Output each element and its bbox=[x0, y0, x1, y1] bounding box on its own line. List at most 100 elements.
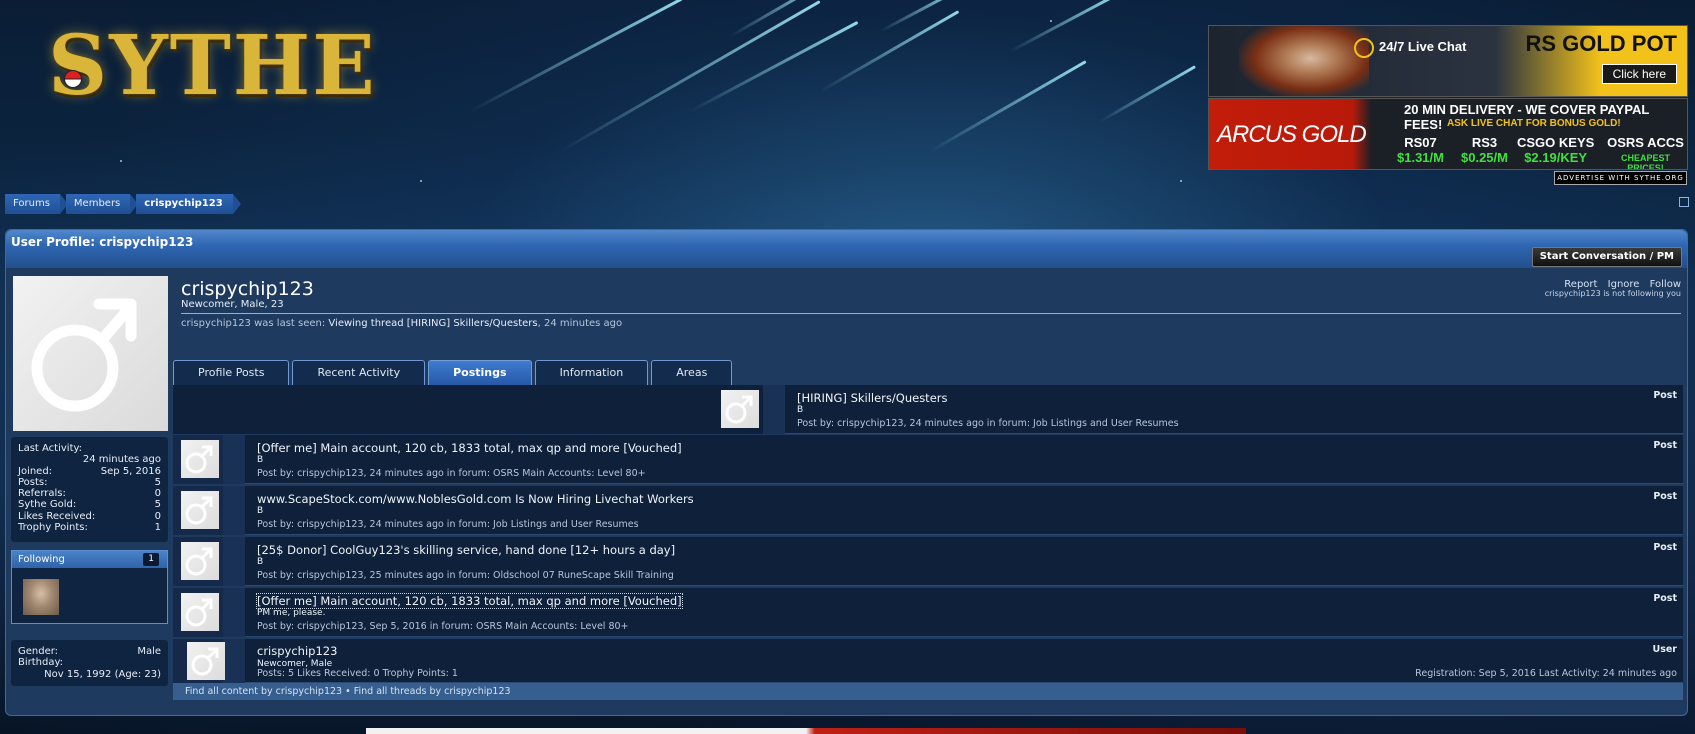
ad-banner-middle[interactable]: ARCUS GOLD 20 MIN DELIVERY - WE COVER PA… bbox=[1208, 98, 1688, 170]
post-title[interactable]: [HIRING] Skillers/Questers bbox=[797, 391, 948, 405]
list-item[interactable]: [HIRING] Skillers/Questers B Post by: cr… bbox=[173, 385, 1683, 434]
star bbox=[420, 180, 422, 182]
male-symbol-icon bbox=[185, 598, 213, 627]
advertise-link[interactable]: ADVERTISE WITH SYTHE.ORG bbox=[1554, 171, 1687, 185]
post-avatar[interactable] bbox=[181, 491, 219, 529]
meteor-streak bbox=[929, 60, 1087, 153]
breadcrumb-forums[interactable]: Forums bbox=[5, 194, 68, 214]
ad-item: OSRS ACCS CHEAPEST PRICES! bbox=[1607, 135, 1684, 170]
user-info: Gender: Male Birthday: Nov 15, 1992 (Age:… bbox=[11, 640, 168, 686]
stat-row: Referrals: 0 bbox=[18, 488, 161, 500]
post-avatar[interactable] bbox=[181, 593, 219, 631]
post-snippet: B bbox=[257, 506, 264, 516]
last-seen: crispychip123 was last seen: Viewing thr… bbox=[181, 318, 623, 329]
male-symbol-icon bbox=[191, 647, 219, 676]
post-meta: Post by: crispychip123, 24 minutes ago i… bbox=[797, 418, 1179, 429]
panel-header: User Profile: crispychip123 Start Conver… bbox=[6, 230, 1687, 268]
stat-row: 24 minutes ago bbox=[82, 454, 161, 466]
meteor-streak bbox=[559, 0, 821, 153]
list-item-user[interactable]: crispychip123 Newcomer, Male Posts: 5 Li… bbox=[173, 639, 1683, 683]
post-title[interactable]: [Offer me] Main account, 120 cb, 1833 to… bbox=[256, 593, 683, 609]
following-box: Following 1 bbox=[11, 550, 168, 624]
post-snippet: B bbox=[257, 557, 264, 567]
meteor-streak bbox=[1009, 0, 1117, 53]
list-item[interactable]: [Offer me] Main account, 120 cb, 1833 to… bbox=[173, 435, 1683, 484]
following-label: Following bbox=[18, 554, 65, 565]
stat-row: Likes Received: 0 bbox=[18, 510, 161, 522]
divider bbox=[181, 313, 1681, 314]
post-avatar[interactable] bbox=[181, 440, 219, 478]
stat-row: Posts: 5 bbox=[18, 476, 161, 488]
user-avatar[interactable] bbox=[187, 642, 225, 680]
last-seen-link[interactable]: Viewing thread [HIRING] Skillers/Quester… bbox=[328, 318, 537, 329]
start-conversation-button[interactable]: Start Conversation / PM bbox=[1531, 247, 1682, 267]
meteor-streak bbox=[1099, 65, 1197, 123]
male-symbol-icon bbox=[185, 496, 213, 525]
followed-user-avatar[interactable] bbox=[23, 579, 59, 615]
breadcrumb: Forums Members crispychip123 bbox=[5, 194, 242, 214]
list-item[interactable]: [25$ Donor] CoolGuy123's skilling servic… bbox=[173, 537, 1683, 586]
male-symbol-icon bbox=[725, 395, 753, 424]
tab-areas[interactable]: Areas bbox=[651, 360, 733, 385]
ad-banner-top[interactable]: 24/7 Live Chat RS GOLD POT Click here bbox=[1208, 25, 1688, 97]
pokeball-icon bbox=[64, 70, 82, 88]
user-registration: Registration: Sep 5, 2016 Last Activity:… bbox=[1415, 668, 1677, 679]
profile-panel: User Profile: crispychip123 Start Conver… bbox=[5, 229, 1688, 716]
bottom-ad-banner[interactable] bbox=[366, 728, 1246, 734]
following-header[interactable]: Following 1 bbox=[12, 551, 167, 568]
post-avatar[interactable] bbox=[721, 390, 759, 428]
post-title[interactable]: [25$ Donor] CoolGuy123's skilling servic… bbox=[257, 543, 675, 557]
profile-usertitle: Newcomer, Male, 23 bbox=[181, 299, 284, 310]
ad-livechat-text: 24/7 Live Chat bbox=[1379, 39, 1467, 54]
ad-character-image bbox=[1239, 26, 1369, 96]
meteor-streak bbox=[819, 10, 960, 93]
ad-click-button[interactable]: Click here bbox=[1601, 64, 1677, 84]
post-meta: Post by: crispychip123, 25 minutes ago i… bbox=[257, 570, 674, 581]
postings-list: [HIRING] Skillers/Questers B Post by: cr… bbox=[173, 385, 1683, 685]
birthday-value-row: Nov 15, 1992 (Age: 23) bbox=[44, 668, 161, 680]
stat-row: Trophy Points: 1 bbox=[18, 522, 161, 534]
post-meta: Post by: crispychip123, Sep 5, 2016 in f… bbox=[257, 621, 629, 632]
user-meta: Posts: 5 Likes Received: 0 Trophy Points… bbox=[257, 668, 458, 679]
tab-recent-activity[interactable]: Recent Activity bbox=[292, 360, 426, 385]
find-content-links[interactable]: Find all content by crispychip123 • Find… bbox=[173, 683, 1683, 700]
post-meta: Post by: crispychip123, 24 minutes ago i… bbox=[257, 519, 639, 530]
male-symbol-icon bbox=[31, 298, 137, 412]
post-title[interactable]: [Offer me] Main account, 120 cb, 1833 to… bbox=[257, 441, 682, 455]
post-type: Post bbox=[1653, 593, 1677, 604]
panel-title: User Profile: crispychip123 bbox=[11, 235, 194, 249]
site-logo[interactable]: SYTHE bbox=[26, 8, 375, 123]
male-symbol-icon bbox=[185, 445, 213, 474]
avatar[interactable] bbox=[13, 276, 168, 431]
ad-brand: RS GOLD POT bbox=[1525, 31, 1677, 56]
profile-tabs: Profile Posts Recent Activity Postings I… bbox=[173, 360, 735, 385]
birthday-row: Birthday: bbox=[18, 657, 64, 669]
user-stats: Last Activity: 24 minutes ago Joined: Sep… bbox=[11, 437, 168, 542]
list-item[interactable]: www.ScapeStock.com/www.NoblesGold.com Is… bbox=[173, 486, 1683, 535]
user-name[interactable]: crispychip123 bbox=[257, 644, 337, 658]
post-type: Post bbox=[1653, 440, 1677, 451]
stat-row: Joined: Sep 5, 2016 bbox=[18, 465, 161, 477]
breadcrumb-members[interactable]: Members bbox=[65, 194, 139, 214]
post-title[interactable]: www.ScapeStock.com/www.NoblesGold.com Is… bbox=[257, 492, 694, 506]
breadcrumb-current[interactable]: crispychip123 bbox=[136, 194, 242, 214]
tab-information[interactable]: Information bbox=[534, 360, 649, 385]
post-type: Post bbox=[1653, 491, 1677, 502]
following-count: 1 bbox=[143, 553, 159, 566]
ad-subheadline: ASK LIVE CHAT FOR BONUS GOLD! bbox=[1447, 118, 1621, 129]
star bbox=[1050, 20, 1052, 22]
gender-row: Gender: Male bbox=[18, 646, 161, 657]
post-type: Post bbox=[1653, 390, 1677, 401]
post-avatar[interactable] bbox=[181, 542, 219, 580]
tab-profile-posts[interactable]: Profile Posts bbox=[173, 360, 290, 385]
follow-status: crispychip123 is not following you bbox=[1544, 289, 1681, 298]
meteor-streak bbox=[689, 20, 859, 113]
male-symbol-icon bbox=[185, 547, 213, 576]
post-type: Post bbox=[1653, 542, 1677, 553]
expand-icon[interactable] bbox=[1679, 197, 1689, 207]
tab-postings[interactable]: Postings bbox=[428, 360, 532, 385]
star bbox=[120, 160, 122, 162]
post-snippet: PM me, please. bbox=[257, 608, 326, 618]
list-item[interactable]: [Offer me] Main account, 120 cb, 1833 to… bbox=[173, 588, 1683, 637]
clock-icon bbox=[1354, 38, 1374, 58]
